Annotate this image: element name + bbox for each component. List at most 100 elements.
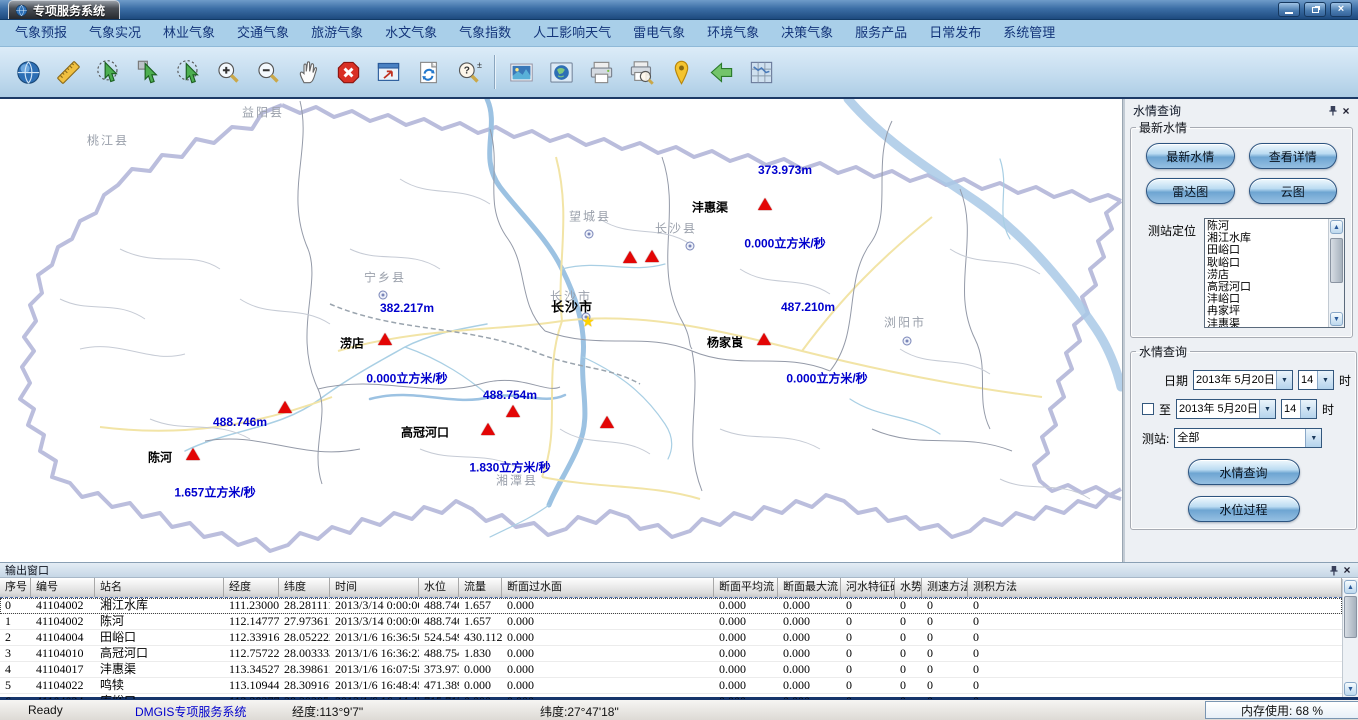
menu-item-5[interactable]: 水文气象 [374, 20, 448, 46]
measure-button[interactable] [51, 54, 85, 90]
station-list-item[interactable]: 田峪口 [1207, 244, 1326, 256]
select-features-button[interactable] [91, 54, 125, 90]
table-row[interactable]: 141104002陈河112.14777827.9736112013/3/14 … [0, 614, 1342, 630]
station-marker-icon[interactable] [758, 198, 772, 210]
column-header-9[interactable]: 断面平均流 [714, 578, 778, 597]
restore-button[interactable] [1304, 2, 1326, 17]
table-row[interactable]: 241104004田峪口112.33916728.0522222013/1/6 … [0, 630, 1342, 646]
overview-button[interactable] [744, 54, 778, 90]
chevron-down-icon[interactable]: ▼ [1317, 371, 1333, 389]
world-window-button[interactable] [544, 54, 578, 90]
station-marker-icon[interactable] [186, 448, 200, 460]
menu-item-4[interactable]: 旅游气象 [300, 20, 374, 46]
station-list-item[interactable]: 耿峪口 [1207, 257, 1326, 269]
app-tab[interactable]: 专项服务系统 [8, 0, 120, 19]
radar-chart-button[interactable]: 雷达图 [1146, 178, 1235, 204]
column-header-8[interactable]: 断面过水面 [502, 578, 714, 597]
station-list-item[interactable]: 高冠河口 [1207, 281, 1326, 293]
refresh-button[interactable] [411, 54, 445, 90]
table-row[interactable]: 541104022鸣犊113.10944428.3091672013/1/6 1… [0, 678, 1342, 694]
chevron-down-icon[interactable]: ▼ [1300, 400, 1316, 418]
scroll-thumb[interactable] [1330, 238, 1343, 283]
menu-item-13[interactable]: 系统管理 [992, 20, 1066, 46]
select-zoom-button[interactable] [171, 54, 205, 90]
column-header-0[interactable]: 序号 [0, 578, 31, 597]
print-preview-button[interactable] [624, 54, 658, 90]
chevron-down-icon[interactable]: ▼ [1276, 371, 1292, 389]
menu-item-9[interactable]: 环境气象 [696, 20, 770, 46]
view-details-button[interactable]: 查看详情 [1249, 143, 1338, 169]
chevron-down-icon[interactable]: ▼ [1305, 429, 1321, 447]
column-header-11[interactable]: 河水特征码 [841, 578, 895, 597]
pin-icon[interactable] [1326, 563, 1340, 577]
globe-button[interactable] [11, 54, 45, 90]
menu-item-10[interactable]: 决策气象 [770, 20, 844, 46]
table-scrollbar[interactable]: ▲ ▼ [1342, 579, 1358, 697]
station-list-scrollbar[interactable]: ▲ ▼ [1328, 219, 1344, 327]
menu-item-2[interactable]: 林业气象 [152, 20, 226, 46]
hour-to-combo[interactable]: 14 ▼ [1281, 399, 1317, 419]
date-to-combo[interactable]: 2013年 5月20日 ▼ [1176, 399, 1276, 419]
zoom-in-button[interactable] [211, 54, 245, 90]
menu-item-11[interactable]: 服务产品 [844, 20, 918, 46]
station-marker-icon[interactable] [757, 333, 771, 345]
column-header-3[interactable]: 经度 [224, 578, 279, 597]
column-header-5[interactable]: 时间 [330, 578, 419, 597]
column-header-2[interactable]: 站名 [95, 578, 224, 597]
scroll-up-icon[interactable]: ▲ [1330, 220, 1343, 234]
date-from-combo[interactable]: 2013年 5月20日 ▼ [1193, 370, 1293, 390]
scroll-up-icon[interactable]: ▲ [1344, 580, 1357, 594]
station-combo[interactable]: 全部 ▼ [1174, 428, 1322, 448]
table-row[interactable]: 441104017沣惠渠113.34527828.3986112013/1/6 … [0, 662, 1342, 678]
column-header-7[interactable]: 流量 [459, 578, 502, 597]
water-level-process-button[interactable]: 水位过程 [1188, 496, 1300, 522]
cloud-image-button[interactable]: 云图 [1249, 178, 1338, 204]
water-query-button[interactable]: 水情查询 [1188, 459, 1300, 485]
station-marker-icon[interactable] [378, 333, 392, 345]
zoom-out-button[interactable] [251, 54, 285, 90]
minimize-button[interactable] [1278, 2, 1300, 17]
image-button[interactable] [504, 54, 538, 90]
station-marker-icon[interactable] [623, 251, 637, 263]
to-checkbox[interactable] [1142, 403, 1154, 415]
station-marker-icon[interactable] [506, 405, 520, 417]
station-list-item[interactable]: 陈河 [1207, 220, 1326, 232]
chevron-down-icon[interactable]: ▼ [1259, 400, 1275, 418]
column-header-10[interactable]: 断面最大流 [778, 578, 841, 597]
column-header-13[interactable]: 测速方法 [922, 578, 968, 597]
locate-button[interactable] [664, 54, 698, 90]
menu-item-12[interactable]: 日常发布 [918, 20, 992, 46]
stop-button[interactable] [331, 54, 365, 90]
close-button[interactable]: × [1330, 2, 1352, 17]
column-header-12[interactable]: 水势 [895, 578, 922, 597]
scroll-down-icon[interactable]: ▼ [1344, 682, 1357, 696]
table-row[interactable]: 341104010高冠河口112.75722228.0033332013/1/6… [0, 646, 1342, 662]
map-canvas[interactable]: 益阳县桃江县望城县长沙县宁乡县长沙市浏阳市湘潭县沣惠渠杨家崀涝店高冠河口陈河长沙… [0, 99, 1122, 562]
menu-item-0[interactable]: 气象预报 [4, 20, 78, 46]
menu-item-1[interactable]: 气象实况 [78, 20, 152, 46]
table-row[interactable]: 041104002湘江水库111.23000028.2811112013/3/1… [0, 598, 1342, 614]
station-list-item[interactable]: 沣峪口 [1207, 293, 1326, 305]
select-arrow-button[interactable] [131, 54, 165, 90]
fit-window-button[interactable] [371, 54, 405, 90]
pan-button[interactable] [291, 54, 325, 90]
column-header-1[interactable]: 编号 [31, 578, 95, 597]
station-list-item[interactable]: 涝店 [1207, 269, 1326, 281]
hour-from-combo[interactable]: 14 ▼ [1298, 370, 1334, 390]
scroll-down-icon[interactable]: ▼ [1330, 312, 1343, 326]
station-listbox[interactable]: 陈河湘江水库田峪口耿峪口涝店高冠河口沣峪口冉家坪沣惠渠 ▲ ▼ [1204, 218, 1345, 328]
station-list-item[interactable]: 冉家坪 [1207, 305, 1326, 317]
menu-item-7[interactable]: 人工影响天气 [522, 20, 622, 46]
station-marker-icon[interactable] [645, 250, 659, 262]
station-marker-icon[interactable] [600, 416, 614, 428]
pin-icon[interactable] [1325, 104, 1339, 118]
back-button[interactable] [704, 54, 738, 90]
output-close-icon[interactable]: × [1340, 563, 1354, 577]
panel-close-icon[interactable]: × [1339, 104, 1353, 118]
station-marker-icon[interactable] [278, 401, 292, 413]
station-list-item[interactable]: 沣惠渠 [1207, 318, 1326, 328]
latest-water-button[interactable]: 最新水情 [1146, 143, 1235, 169]
table-row[interactable]: 641104024库峪口112.28277828.2928532013/1/6 … [0, 694, 1342, 699]
menu-item-3[interactable]: 交通气象 [226, 20, 300, 46]
menu-item-8[interactable]: 雷电气象 [622, 20, 696, 46]
